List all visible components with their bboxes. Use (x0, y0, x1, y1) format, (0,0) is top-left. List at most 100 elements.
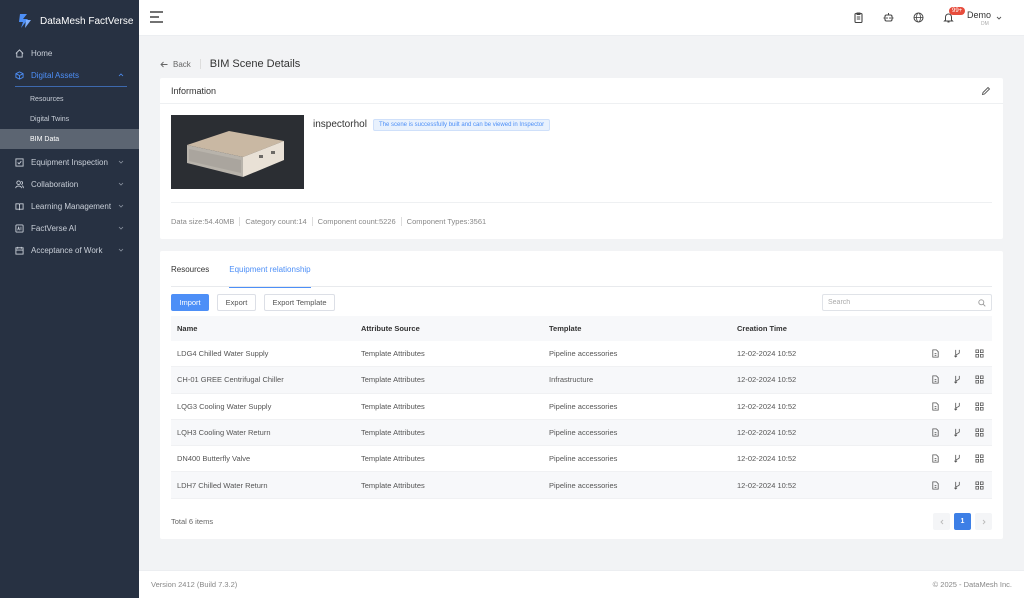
column-header-template: Template (549, 324, 582, 333)
branch-icon[interactable] (953, 375, 962, 385)
branch-icon[interactable] (953, 402, 962, 411)
document-icon[interactable] (931, 454, 940, 463)
cell-name: LDH7 Chilled Water Return (177, 480, 268, 490)
cell-template: Pipeline accessories (549, 480, 618, 490)
chevron-down-icon (118, 226, 124, 230)
cube-icon (15, 70, 24, 80)
table-row[interactable]: DN400 Butterfly Valve Template Attributes… (171, 446, 992, 473)
grid-icon[interactable] (975, 454, 984, 463)
scene-thumbnail[interactable] (171, 115, 304, 189)
app-title: DataMesh FactVerse (40, 15, 134, 27)
sidebar-item-home[interactable]: Home (0, 42, 139, 64)
cell-name: DN400 Butterfly Valve (177, 454, 251, 464)
chevron-up-icon (118, 73, 124, 77)
grid-icon[interactable] (975, 481, 984, 490)
scene-name: inspectorhol (313, 119, 367, 130)
sidebar-subitem-digital-twins[interactable]: Digital Twins (0, 109, 139, 129)
chevron-down-icon (118, 160, 124, 164)
next-page-button[interactable] (975, 513, 992, 530)
document-icon[interactable] (931, 402, 940, 411)
component-types-stat: Component Types:3561 (406, 217, 487, 226)
back-label: Back (173, 59, 191, 69)
breadcrumb-divider (199, 59, 201, 69)
sidebar-item-equipment-inspection[interactable]: Equipment Inspection (0, 151, 139, 173)
cell-creation-time: 12-02-2024 10:52 (737, 401, 797, 411)
chevron-down-icon (118, 182, 124, 186)
component-count-stat: Component count:5226 (318, 217, 402, 226)
grid-icon[interactable] (975, 349, 984, 358)
sidebar-item-label: Learning Management (31, 201, 112, 211)
document-icon[interactable] (931, 375, 940, 384)
cell-attribute-source: Template Attributes (361, 401, 425, 411)
sidebar-item-label: Digital Assets (31, 70, 80, 80)
prev-page-button[interactable] (933, 513, 950, 530)
ai-icon (15, 223, 24, 233)
chevron-down-icon[interactable] (996, 15, 1002, 21)
sidebar-item-acceptance-of-work[interactable]: Acceptance of Work (0, 239, 139, 261)
relationship-card: Resources Equipment relationship Import … (160, 251, 1003, 539)
branch-icon[interactable] (953, 481, 962, 490)
users-icon (15, 179, 24, 188)
table-body: LDG4 Chilled Water Supply Template Attrib… (171, 341, 992, 499)
back-button[interactable]: Back (160, 60, 191, 69)
status-badge: The scene is successfully built and can … (373, 119, 551, 131)
cell-creation-time: 12-02-2024 10:52 (737, 375, 797, 385)
pagination: 1 (929, 513, 992, 530)
branch-icon[interactable] (953, 454, 962, 464)
sidebar-item-learning-management[interactable]: Learning Management (0, 195, 139, 217)
document-icon[interactable] (931, 481, 940, 490)
cell-name: LQH3 Cooling Water Return (177, 428, 271, 438)
export-button[interactable]: Export (217, 294, 256, 311)
search-input[interactable] (823, 295, 973, 310)
import-button[interactable]: Import (171, 294, 209, 311)
sidebar-item-collaboration[interactable]: Collaboration (0, 173, 139, 195)
sidebar-item-label: Acceptance of Work (31, 245, 103, 255)
sidebar-item-digital-assets[interactable]: Digital Assets (0, 64, 139, 86)
sidebar-item-label: FactVerse AI (31, 223, 77, 233)
grid-icon[interactable] (975, 428, 984, 437)
document-icon[interactable] (931, 349, 940, 358)
table-row[interactable]: CH-01 GREE Centrifugal Chiller Template A… (171, 367, 992, 394)
row-actions (887, 375, 992, 385)
nav-divider (15, 86, 127, 87)
sidebar-item-label: Home (31, 48, 53, 58)
sidebar-item-label: Equipment Inspection (31, 157, 108, 167)
home-icon (15, 48, 24, 58)
row-actions (887, 349, 992, 358)
document-icon[interactable] (931, 428, 940, 437)
search-icon[interactable] (978, 299, 986, 307)
clipboard-icon[interactable] (853, 12, 864, 23)
table-row[interactable]: LQH3 Cooling Water Return Template Attrib… (171, 419, 992, 447)
column-header-name: Name (177, 324, 198, 333)
cell-name: CH-01 GREE Centrifugal Chiller (177, 375, 284, 385)
information-header: Information (160, 78, 1003, 104)
sidebar-item-factverse-ai[interactable]: FactVerse AI (0, 217, 139, 239)
book-icon (15, 202, 24, 210)
grid-icon[interactable] (975, 375, 984, 384)
sidebar: DataMesh FactVerse Home Digital Assets R… (0, 0, 139, 598)
edit-icon[interactable] (981, 86, 991, 96)
user-name[interactable]: Demo (967, 10, 991, 20)
row-actions (887, 481, 992, 490)
robot-icon[interactable] (883, 12, 894, 23)
menu-toggle-icon[interactable] (150, 11, 163, 23)
grid-icon[interactable] (975, 402, 984, 411)
copyright-label: © 2025 - DataMesh Inc. (932, 580, 1012, 589)
app-logo[interactable]: DataMesh FactVerse (0, 0, 139, 42)
page-button-current[interactable]: 1 (954, 513, 971, 530)
sidebar-subitem-bim-data[interactable]: BIM Data (0, 129, 139, 149)
cell-attribute-source: Template Attributes (361, 375, 425, 385)
export-template-button[interactable]: Export Template (264, 294, 335, 311)
table-row[interactable]: LDH7 Chilled Water Return Template Attrib… (171, 472, 992, 499)
top-bar: 99+ Demo DM (139, 0, 1024, 36)
branch-icon[interactable] (953, 428, 962, 437)
main-content: Back BIM Scene Details Information inspe… (139, 36, 1024, 570)
tab-resources[interactable]: Resources (171, 251, 209, 287)
globe-icon[interactable] (913, 12, 924, 23)
sidebar-subitem-resources[interactable]: Resources (0, 89, 139, 109)
tab-equipment-relationship[interactable]: Equipment relationship (229, 251, 312, 288)
table-row[interactable]: LQG3 Cooling Water Supply Template Attrib… (171, 394, 992, 420)
row-actions (887, 454, 992, 464)
branch-icon[interactable] (953, 349, 962, 358)
table-row[interactable]: LDG4 Chilled Water Supply Template Attrib… (171, 341, 992, 368)
